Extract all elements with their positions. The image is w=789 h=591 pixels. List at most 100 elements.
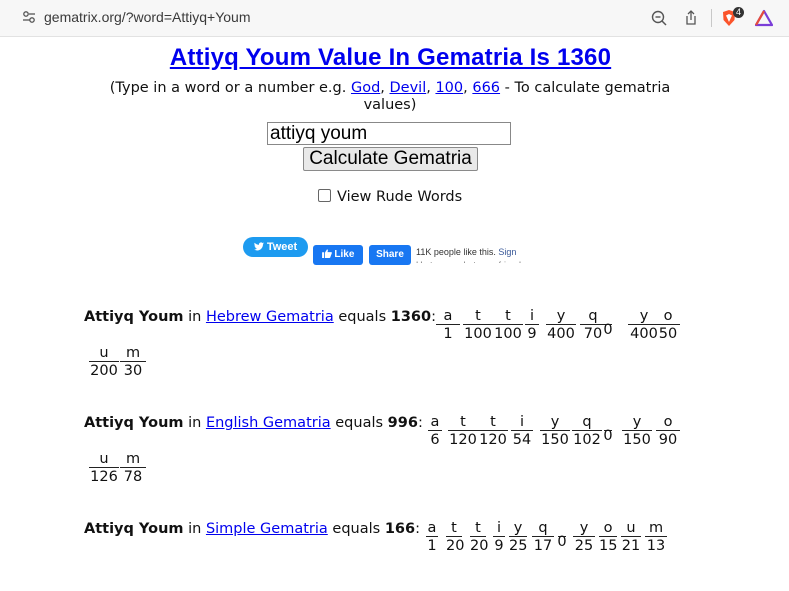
letter-value-cell: o 90	[656, 415, 680, 449]
result-label: Attiyq Youm in Simple Gematria equals 16…	[84, 521, 420, 537]
result-phrase: Attiyq Youm	[84, 521, 184, 537]
result-total: 1360	[390, 309, 432, 325]
letter-value-cell: y 150	[540, 415, 570, 449]
letter-value-cell: 0	[555, 521, 569, 551]
letter: a	[428, 415, 442, 431]
gematria-result: Attiyq Youm in English Gematria equals 9…	[84, 415, 704, 485]
toolbar-divider	[711, 9, 712, 27]
zoom-icon[interactable]	[650, 9, 668, 27]
rude-words-label: View Rude Words	[337, 189, 463, 205]
facebook-like-count: 11K people like this. Sign	[416, 247, 516, 257]
letter: t	[478, 415, 508, 431]
share-icon[interactable]	[682, 9, 700, 27]
result-phrase: Attiyq Youm	[84, 309, 184, 325]
example-link-devil[interactable]: Devil	[390, 80, 427, 96]
letter-number: 1	[427, 538, 437, 554]
letter: t	[463, 309, 493, 325]
letter-value-cell: i9	[493, 521, 505, 555]
letter-number: 13	[646, 538, 666, 554]
calculate-gematria-button[interactable]: Calculate Gematria	[303, 147, 478, 171]
letter-value-cell: i9	[525, 309, 539, 343]
letter-number: 25	[574, 538, 594, 554]
letter: y	[546, 309, 576, 325]
letter-value-cell: t 20	[446, 521, 464, 555]
letter: i	[511, 415, 533, 431]
tweet-button[interactable]: Tweet	[243, 237, 308, 257]
letter: u	[621, 521, 641, 537]
letter: o	[656, 309, 680, 325]
letter: o	[656, 415, 680, 431]
letter: t	[470, 521, 486, 537]
letter-value-cell: m 13	[645, 521, 667, 555]
result-total: 996	[387, 415, 418, 431]
letter-number: 0	[603, 322, 613, 338]
letter-number: 126	[90, 469, 118, 485]
letter-number: 15	[599, 538, 618, 554]
letter-number: 90	[658, 432, 678, 448]
letter: y	[622, 415, 652, 431]
page-subtitle: (Type in a word or a number e.g. God, De…	[109, 80, 671, 113]
letter: i	[493, 521, 505, 537]
result-equals-text: equals	[330, 415, 388, 431]
cipher-link[interactable]: Hebrew Gematria	[206, 309, 334, 325]
result-in-text: in	[183, 415, 206, 431]
result-colon: :	[417, 415, 423, 431]
letter-value-cell: y 400	[546, 309, 576, 343]
letter-number: 50	[658, 326, 678, 342]
word-input[interactable]: attiyq youm	[267, 122, 511, 145]
letter-number: 78	[123, 469, 143, 485]
view-rude-words-option[interactable]: View Rude Words	[318, 189, 462, 205]
letter-value-cell: t 100	[493, 309, 523, 343]
letter-value-cell: 0	[602, 415, 614, 445]
rude-words-checkbox[interactable]	[318, 189, 331, 202]
tweet-label: Tweet	[266, 241, 298, 253]
cipher-link[interactable]: Simple Gematria	[206, 521, 328, 537]
letter-value-cell: a6	[428, 415, 442, 449]
page-title[interactable]: Attiyq Youm Value In Gematria Is 1360	[0, 44, 781, 72]
shields-count-badge: 4	[733, 7, 745, 18]
cipher-link[interactable]: English Gematria	[206, 415, 331, 431]
brave-rewards-icon[interactable]	[755, 9, 773, 27]
facebook-share-button[interactable]: Share	[369, 245, 411, 265]
letter-number: 400	[547, 326, 575, 342]
subtitle-prefix: (Type in a word or a number e.g.	[109, 80, 351, 96]
result-phrase: Attiyq Youm	[84, 415, 184, 431]
letter-number: 1	[443, 326, 453, 342]
letter-value-cell: u 21	[621, 521, 641, 555]
result-equals-text: equals	[333, 309, 391, 325]
letter-number: 21	[621, 538, 641, 554]
letter-number: 120	[449, 432, 477, 448]
facebook-signup-link[interactable]: Sign	[498, 247, 516, 257]
letter-number: 150	[623, 432, 651, 448]
letter-number: 0	[557, 534, 567, 550]
letter: y	[540, 415, 570, 431]
browser-toolbar: gematrix.org/?word=Attiyq+Youm 4	[0, 0, 789, 37]
letter-number: 25	[509, 538, 528, 554]
letter-number: 20	[470, 538, 489, 554]
letter: q	[572, 415, 602, 431]
gematria-result: Attiyq Youm in Hebrew Gematria equals 13…	[84, 309, 704, 379]
letter-number: 30	[123, 363, 143, 379]
letter-value-cell: m 78	[120, 452, 146, 486]
example-link-god[interactable]: God	[351, 80, 380, 96]
result-total: 166	[384, 521, 416, 537]
result-label: Attiyq Youm in English Gematria equals 9…	[84, 415, 423, 431]
letter-value-cell: a1	[436, 309, 460, 343]
letter-value-cell: o 50	[656, 309, 680, 343]
letter: m	[120, 452, 146, 468]
letter: t	[493, 309, 523, 325]
result-colon: :	[415, 521, 420, 537]
letter-value-cell: u 126	[89, 452, 119, 486]
letter-value-cell: t 100	[463, 309, 493, 343]
letter-value-cell: q 17	[532, 521, 554, 555]
facebook-like-button[interactable]: Like	[313, 245, 363, 265]
letter-value-cell: t 120	[448, 415, 478, 449]
letter-number: 17	[533, 538, 553, 554]
site-settings-icon[interactable]	[22, 10, 36, 24]
letter-value-cell: m 30	[120, 346, 146, 380]
letter-value-cell: 0	[602, 309, 614, 339]
address-bar[interactable]: gematrix.org/?word=Attiyq+Youm	[44, 9, 250, 25]
example-link-100[interactable]: 100	[435, 80, 463, 96]
letter-value-cell: q 102	[572, 415, 602, 449]
example-link-666[interactable]: 666	[472, 80, 500, 96]
